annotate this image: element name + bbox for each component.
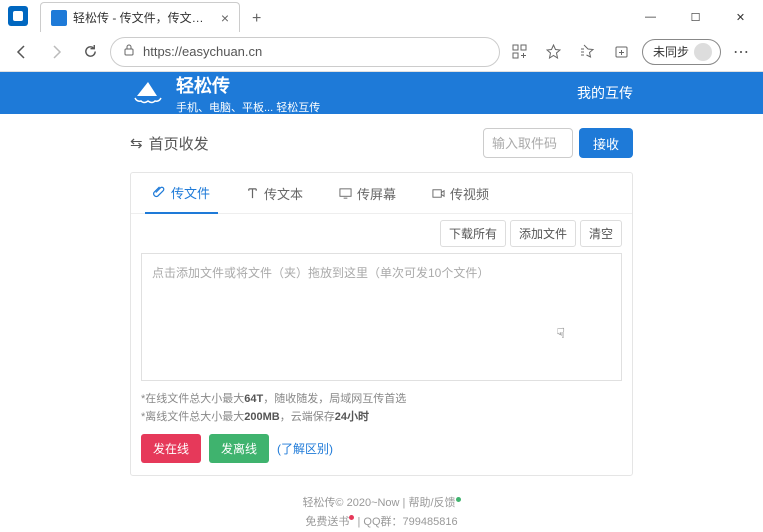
forward-button[interactable]: [42, 38, 70, 66]
brand-name: 轻松传: [176, 72, 320, 98]
free-book-link[interactable]: 免费送书: [305, 516, 349, 528]
address-bar[interactable]: https://easychuan.cn: [110, 37, 500, 67]
download-all-button[interactable]: 下载所有: [440, 220, 506, 247]
browser-titlebar: 轻松传 - 传文件，传文本，传屏… × + — ☐ ✕: [0, 0, 763, 32]
tab-title: 轻松传 - 传文件，传文本，传屏…: [73, 9, 213, 26]
reload-button[interactable]: [76, 38, 104, 66]
new-tab-button[interactable]: +: [246, 6, 267, 32]
brand-subtitle: 手机、电脑、平板... 轻松互传: [176, 99, 320, 115]
tab-video[interactable]: 传视频: [424, 173, 497, 213]
clear-button[interactable]: 清空: [580, 220, 622, 247]
footer: 轻松传© 2020~Now | 帮助/反馈 免费送书 | QQ群：7994858…: [130, 476, 633, 531]
browser-icon: [8, 6, 28, 26]
hints: *在线文件总大小最大64T，随收随发，局域网互传首选 *离线文件总大小最大200…: [131, 391, 632, 434]
logo-icon: [130, 78, 166, 108]
cursor-icon: ☟: [556, 325, 565, 342]
transfer-card: 传文件 传文本 传屏幕 传视频 下载所有 添加文件 清空 点击添加文件或将文件（…: [130, 172, 633, 476]
tab-text[interactable]: 传文本: [238, 173, 311, 213]
apps-icon[interactable]: [506, 38, 534, 66]
tab-file[interactable]: 传文件: [145, 173, 218, 214]
site-header: 轻松传 手机、电脑、平板... 轻松互传 我的互传: [0, 72, 763, 114]
avatar-icon: [694, 43, 712, 61]
transfer-icon: ⇆: [130, 134, 143, 152]
maximize-button[interactable]: ☐: [673, 2, 718, 32]
url-text: https://easychuan.cn: [143, 44, 262, 59]
browser-tab[interactable]: 轻松传 - 传文件，传文本，传屏… ×: [40, 2, 240, 32]
my-transfers-link[interactable]: 我的互传: [577, 83, 633, 103]
dropzone[interactable]: 点击添加文件或将文件（夹）拖放到这里（单次可发10个文件） ☟: [141, 253, 622, 381]
favicon: [51, 10, 67, 26]
lock-icon: [123, 44, 135, 59]
dropzone-hint: 点击添加文件或将文件（夹）拖放到这里（单次可发10个文件）: [152, 266, 489, 280]
menu-icon[interactable]: ⋯: [727, 38, 755, 66]
help-link[interactable]: 帮助/反馈: [408, 497, 455, 509]
sync-label: 未同步: [653, 43, 689, 60]
favorite-icon[interactable]: [540, 38, 568, 66]
window-controls: — ☐ ✕: [628, 2, 763, 32]
collections-icon[interactable]: [608, 38, 636, 66]
browser-toolbar: https://easychuan.cn 未同步 ⋯: [0, 32, 763, 72]
close-icon[interactable]: ×: [221, 10, 229, 26]
send-online-button[interactable]: 发在线: [141, 434, 201, 463]
difference-link[interactable]: (了解区别): [277, 440, 333, 457]
add-files-button[interactable]: 添加文件: [510, 220, 576, 247]
code-input[interactable]: [483, 128, 573, 158]
sync-button[interactable]: 未同步: [642, 39, 721, 65]
close-button[interactable]: ✕: [718, 2, 763, 32]
receive-button[interactable]: 接收: [579, 128, 633, 158]
tabs: 传文件 传文本 传屏幕 传视频: [131, 173, 632, 214]
back-button[interactable]: [8, 38, 36, 66]
page-title: ⇆ 首页收发: [130, 133, 209, 154]
favorites-list-icon[interactable]: [574, 38, 602, 66]
tab-screen[interactable]: 传屏幕: [331, 173, 404, 213]
send-offline-button[interactable]: 发离线: [209, 434, 269, 463]
minimize-button[interactable]: —: [628, 2, 673, 32]
